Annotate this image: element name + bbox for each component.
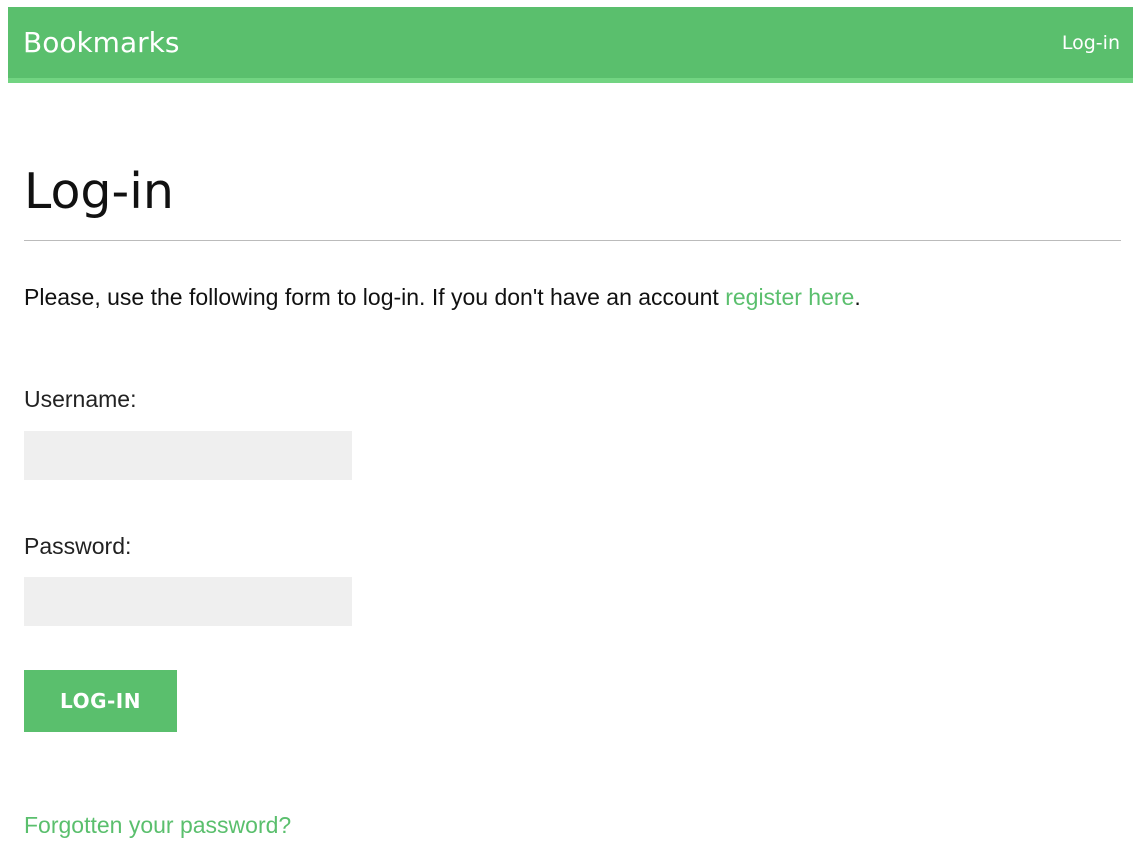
username-input[interactable] xyxy=(24,431,352,480)
brand-logo-link[interactable]: Bookmarks xyxy=(23,26,179,59)
intro-text: Please, use the following form to log-in… xyxy=(24,284,726,310)
nav-login-link[interactable]: Log-in xyxy=(1062,32,1120,54)
forgot-password-link[interactable]: Forgotten your password? xyxy=(24,812,291,839)
top-navbar: Bookmarks Log-in xyxy=(8,7,1133,83)
intro-end: . xyxy=(854,284,861,310)
username-label: Username: xyxy=(24,386,137,412)
login-submit-button[interactable]: LOG-IN xyxy=(24,670,177,732)
password-input[interactable] xyxy=(24,577,352,626)
register-link[interactable]: register here xyxy=(725,284,854,310)
title-divider xyxy=(24,240,1121,241)
page-title: Log-in xyxy=(24,163,174,220)
password-label: Password: xyxy=(24,533,132,559)
intro-paragraph: Please, use the following form to log-in… xyxy=(24,284,861,311)
